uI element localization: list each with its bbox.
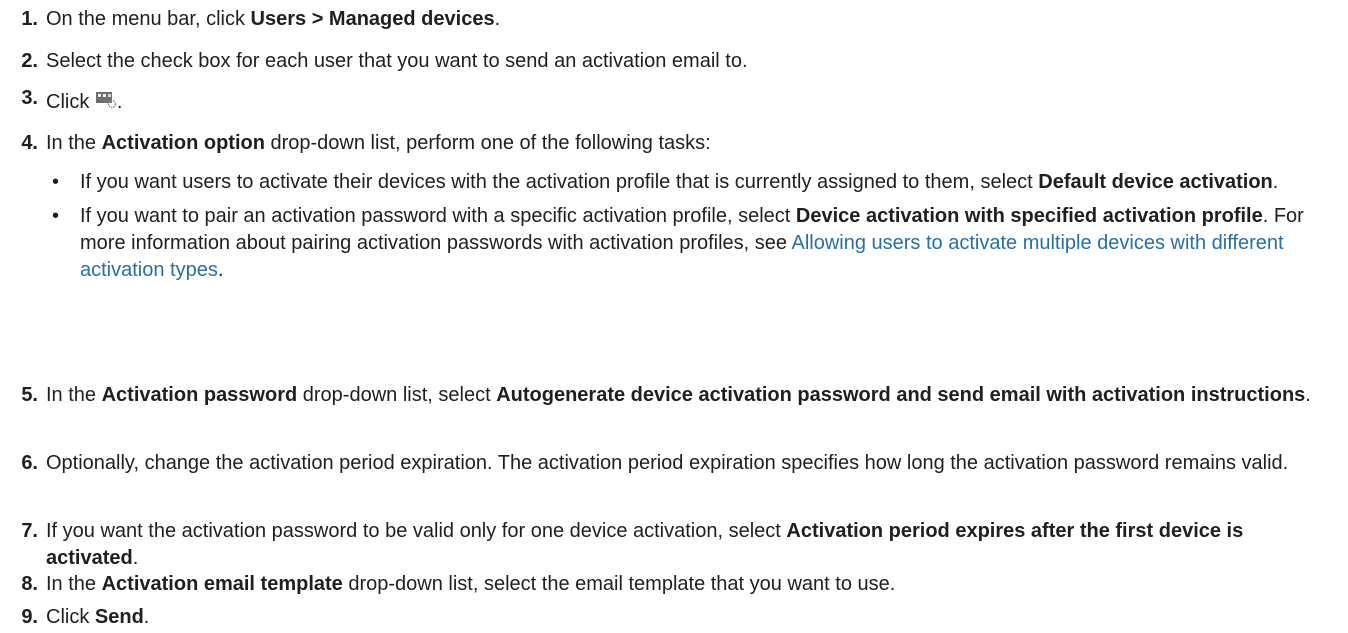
- step-number: 4.: [21, 132, 38, 154]
- step-3: 3. Click .: [0, 87, 1320, 116]
- bullet: •: [52, 171, 60, 193]
- step-number: 1.: [21, 8, 38, 30]
- bullet: •: [52, 205, 60, 227]
- list-item: • If you want users to activate their de…: [46, 169, 1320, 196]
- step-text: Optionally, change the activation period…: [46, 452, 1289, 474]
- step-number: 7.: [21, 520, 38, 542]
- step-number: 8.: [21, 573, 38, 595]
- step-number: 6.: [21, 452, 38, 474]
- option-list: • If you want users to activate their de…: [46, 169, 1320, 284]
- step-2: 2. Select the check box for each user th…: [0, 48, 1320, 75]
- step-number: 2.: [21, 50, 38, 72]
- step-5: 5. In the Activation password drop-down …: [0, 382, 1320, 409]
- step-8: 8. In the Activation email template drop…: [0, 571, 1320, 598]
- step-text: Select the check box for each user that …: [46, 50, 748, 72]
- step-6: 6. Optionally, change the activation per…: [0, 450, 1320, 477]
- send-activation-email-icon: [95, 90, 117, 109]
- step-number: 5.: [21, 384, 38, 406]
- step-number: 9.: [21, 606, 38, 628]
- step-text: On the menu bar, click: [46, 8, 251, 30]
- step-4: 4. In the Activation option drop-down li…: [0, 130, 1320, 291]
- step-text: Click: [46, 91, 95, 113]
- ui-path: Users > Managed devices: [250, 8, 495, 30]
- step-1: 1. On the menu bar, click Users > Manage…: [0, 6, 1320, 33]
- step-text: In the: [46, 132, 102, 154]
- step-9: 9. Click Send.: [0, 604, 1320, 631]
- field-name: Activation option: [101, 132, 265, 154]
- list-item: • If you want to pair an activation pass…: [46, 203, 1320, 284]
- step-7: 7. If you want the activation password t…: [0, 518, 1320, 572]
- step-number: 3.: [21, 87, 38, 109]
